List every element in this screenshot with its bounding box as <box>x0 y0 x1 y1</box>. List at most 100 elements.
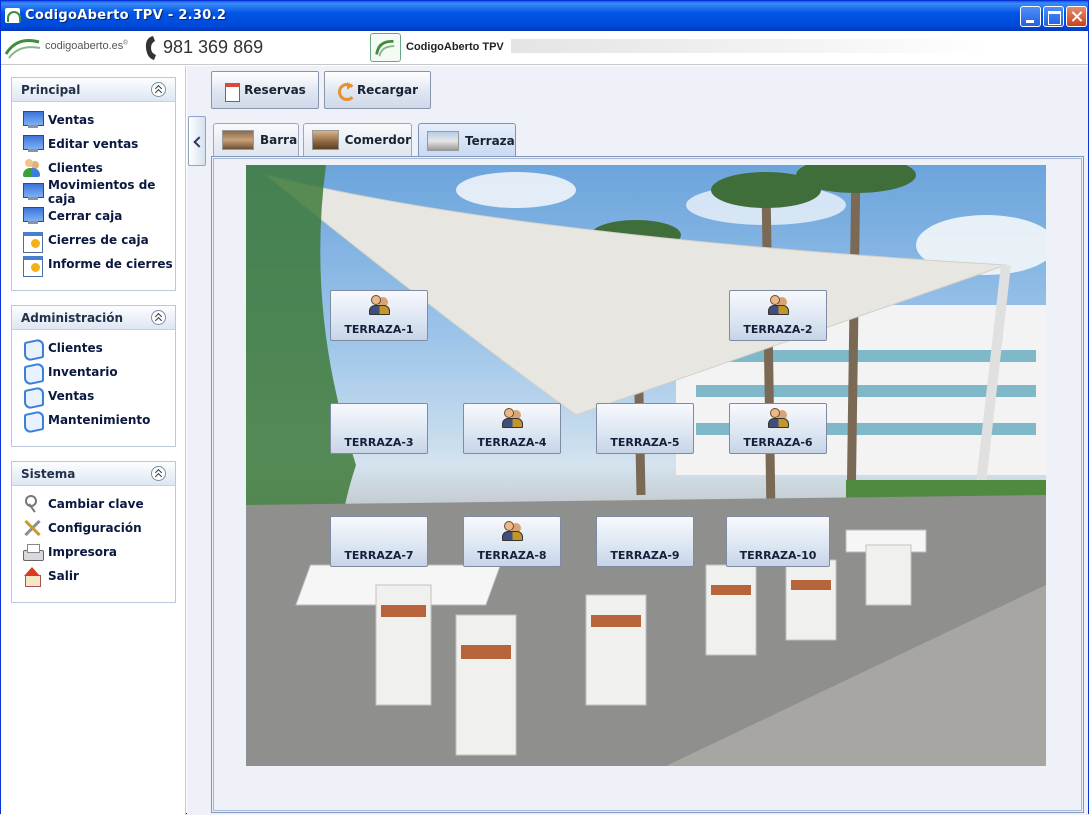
users-icon <box>22 158 44 178</box>
collapse-sidebar-button[interactable] <box>188 116 206 166</box>
table-button-terraza-2[interactable]: TERRAZA-2 <box>729 290 827 341</box>
table-button-terraza-1[interactable]: TERRAZA-1 <box>330 290 428 341</box>
reservation-icon <box>224 82 241 102</box>
calendar-icon <box>22 254 44 277</box>
table-label: TERRAZA-3 <box>344 436 414 449</box>
sidebar-item-label: Configuración <box>48 521 142 535</box>
sidebar-item-clientes[interactable]: Clientes <box>22 156 175 180</box>
sidebar-item-editar-ventas[interactable]: Editar ventas <box>22 132 175 156</box>
collapse-up-icon[interactable] <box>151 466 166 481</box>
sidebar-item-label: Cerrar caja <box>48 209 123 223</box>
calendar-icon <box>22 230 44 253</box>
app-icon <box>5 8 21 23</box>
sidebar-item-movimientos-de-caja[interactable]: Movimientos de caja <box>22 178 175 206</box>
table-button-terraza-4[interactable]: TERRAZA-4 <box>463 403 561 454</box>
panel-title: Sistema <box>21 467 76 481</box>
phone-number: 981 369 869 <box>163 37 264 57</box>
sidebar-item-mantenimiento[interactable]: Mantenimiento <box>22 408 175 432</box>
tab-terraza[interactable]: Terraza <box>418 123 516 157</box>
header-bar: codigoaberto.es® 981 369 869 CodigoAbert… <box>1 31 1088 65</box>
panel-sistema: Sistema Cambiar clave Configuración Impr… <box>11 461 176 603</box>
panel-header[interactable]: Sistema <box>12 462 175 486</box>
table-button-terraza-7[interactable]: TERRAZA-7 <box>330 516 428 567</box>
sidebar-item-cambiar-clave[interactable]: Cambiar clave <box>22 492 175 516</box>
tools-icon <box>22 518 44 538</box>
tab-label: Terraza <box>465 133 515 148</box>
table-label: TERRAZA-9 <box>610 549 680 562</box>
recargar-label: Recargar <box>356 83 419 97</box>
occupied-customers-icon <box>767 294 789 315</box>
tab-label: Barra <box>260 133 298 147</box>
occupied-customers-icon <box>501 520 523 541</box>
sidebar-item-cierres-de-caja[interactable]: Cierres de caja <box>22 228 175 253</box>
occupied-customers-icon <box>368 294 390 315</box>
title-bar[interactable]: CodigoAberto TPV - 2.30.2 <box>1 1 1088 31</box>
monitor-icon <box>22 110 44 130</box>
table-button-terraza-5[interactable]: TERRAZA-5 <box>596 403 694 454</box>
reservas-button[interactable]: Reservas <box>211 71 319 109</box>
sidebar-item-impresora[interactable]: Impresora <box>22 540 175 564</box>
sidebar-item-cerrar-caja[interactable]: Cerrar caja <box>22 204 175 228</box>
table-label: TERRAZA-10 <box>739 549 817 562</box>
window-title: CodigoAberto TPV - 2.30.2 <box>25 8 227 23</box>
sidebar-item-label: Informe de cierres <box>48 257 173 271</box>
home-icon <box>22 566 44 587</box>
maximize-button[interactable] <box>1043 6 1064 27</box>
comedor-thumbnail-icon <box>312 130 339 150</box>
collapse-up-icon[interactable] <box>151 310 166 325</box>
sidebar-item-label: Movimientos de caja <box>48 178 156 206</box>
book-icon <box>22 386 44 406</box>
sidebar-item-label: Salir <box>48 569 79 583</box>
registered-mark: ® <box>123 40 128 47</box>
panel-principal: Principal Ventas Editar ventas Clientes … <box>11 77 176 291</box>
sidebar-item-informe-de-cierres[interactable]: Informe de cierres <box>22 252 175 277</box>
table-button-terraza-6[interactable]: TERRAZA-6 <box>729 403 827 454</box>
reservas-label: Reservas <box>244 83 306 97</box>
monitor-icon <box>22 134 44 154</box>
tab-comerdor[interactable]: Comerdor <box>303 123 412 156</box>
sidebar-item-label: Editar ventas <box>48 137 139 151</box>
table-label: TERRAZA-2 <box>743 323 813 336</box>
recargar-button[interactable]: Recargar <box>324 71 431 109</box>
reload-icon <box>337 82 356 101</box>
book-icon <box>22 362 44 382</box>
sidebar-item-label: Clientes <box>48 341 103 355</box>
panel-title: Administración <box>21 311 124 325</box>
barra-thumbnail-icon <box>222 130 254 150</box>
app-name: CodigoAberto TPV <box>406 41 504 53</box>
app-logo-icon <box>370 33 401 62</box>
table-button-terraza-3[interactable]: TERRAZA-3 <box>330 403 428 454</box>
close-button[interactable] <box>1066 6 1087 27</box>
sidebar: Principal Ventas Editar ventas Clientes … <box>1 66 186 815</box>
sidebar-item-configuracion[interactable]: Configuración <box>22 516 175 540</box>
table-button-terraza-10[interactable]: TERRAZA-10 <box>726 516 830 567</box>
table-label: TERRAZA-6 <box>743 436 813 449</box>
panel-header[interactable]: Principal <box>12 78 175 102</box>
table-label: TERRAZA-1 <box>344 323 414 336</box>
sidebar-item-admin-ventas[interactable]: Ventas <box>22 384 175 408</box>
sidebar-item-label: Ventas <box>48 113 95 127</box>
sidebar-item-label: Ventas <box>48 389 95 403</box>
table-label: TERRAZA-7 <box>344 549 414 562</box>
panel-header[interactable]: Administración <box>12 306 175 330</box>
sidebar-item-label: Mantenimiento <box>48 413 151 427</box>
minimize-button[interactable] <box>1020 6 1041 27</box>
table-button-terraza-9[interactable]: TERRAZA-9 <box>596 516 694 567</box>
table-button-terraza-8[interactable]: TERRAZA-8 <box>463 516 561 567</box>
monitor-icon <box>22 206 44 226</box>
tab-barra[interactable]: Barra <box>213 123 299 156</box>
sidebar-item-label: Cierres de caja <box>48 233 149 247</box>
collapse-up-icon[interactable] <box>151 82 166 97</box>
sidebar-item-salir[interactable]: Salir <box>22 564 175 588</box>
header-fade <box>511 39 991 53</box>
panel-title: Principal <box>21 83 81 97</box>
book-icon <box>22 338 44 358</box>
phone-icon <box>145 36 156 60</box>
sidebar-item-ventas[interactable]: Ventas <box>22 108 175 132</box>
tab-label: Comerdor <box>344 133 411 147</box>
sidebar-item-label: Inventario <box>48 365 118 379</box>
key-icon <box>22 494 44 514</box>
table-label: TERRAZA-4 <box>477 436 547 449</box>
sidebar-item-admin-clientes[interactable]: Clientes <box>22 336 175 360</box>
sidebar-item-inventario[interactable]: Inventario <box>22 360 175 384</box>
